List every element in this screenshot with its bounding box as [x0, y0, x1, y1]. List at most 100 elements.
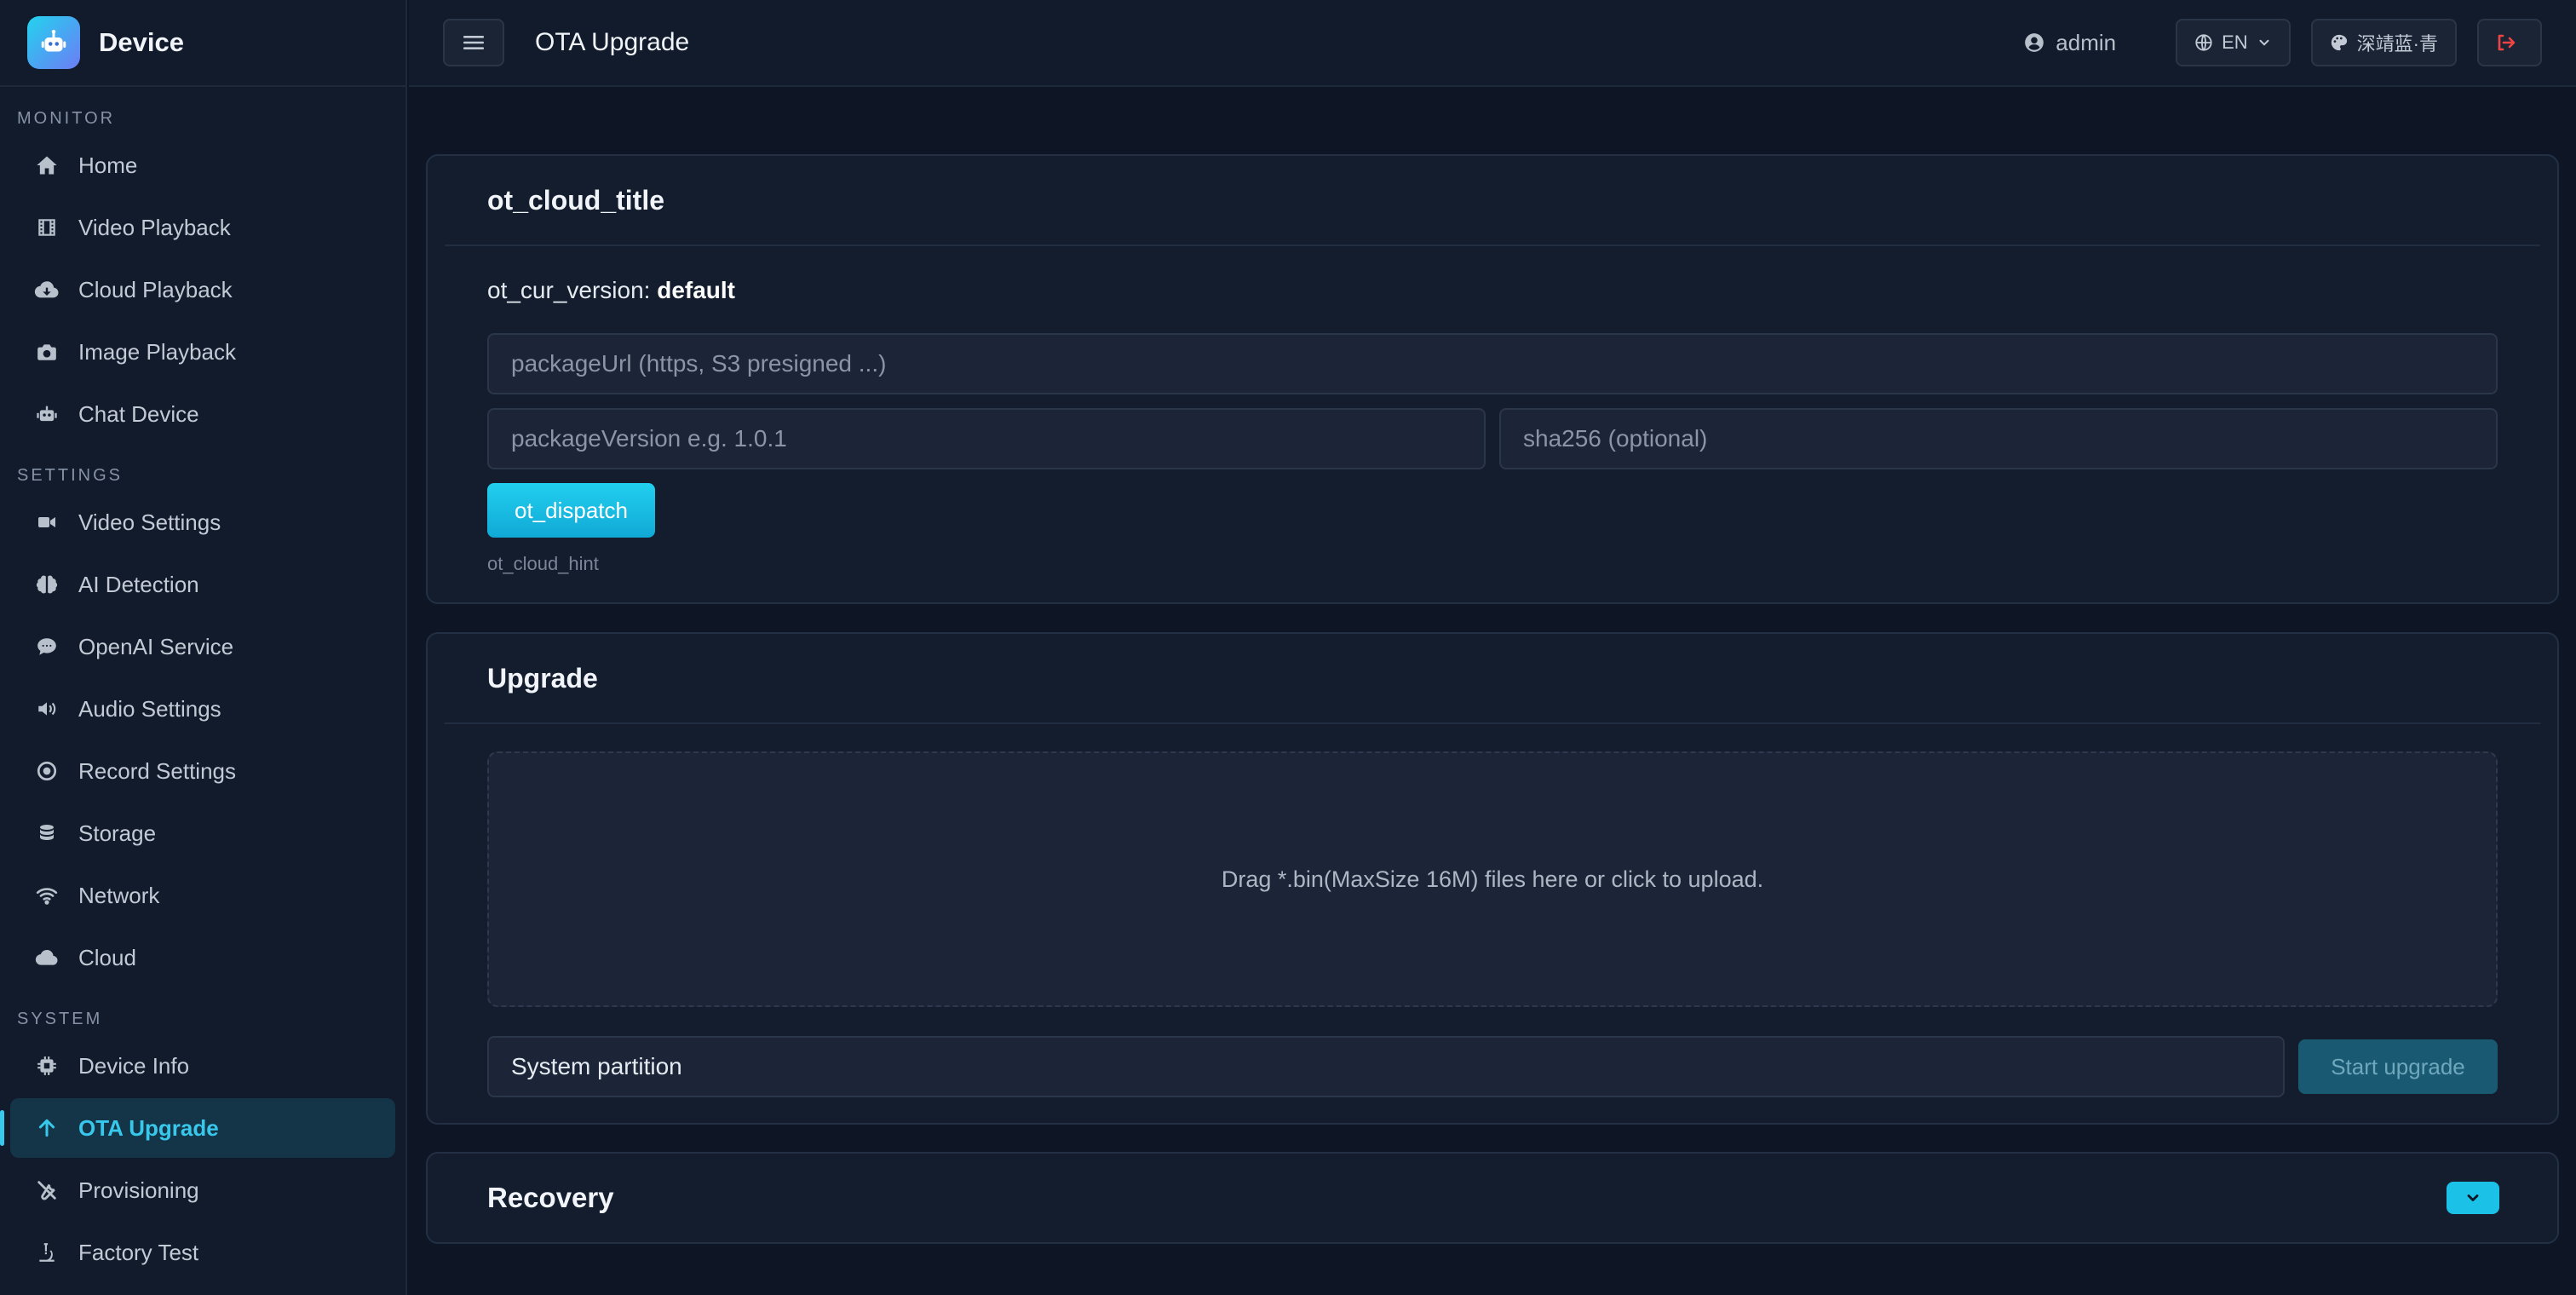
start-upgrade-button[interactable]: Start upgrade [2298, 1039, 2498, 1094]
cloud-hint: ot_cloud_hint [487, 553, 599, 574]
chat-icon [32, 632, 61, 661]
sidebar-item-label: OTA Upgrade [78, 1114, 219, 1141]
sidebar-item-ota-upgrade[interactable]: OTA Upgrade [0, 1098, 395, 1158]
sidebar-item-record-settings[interactable]: Record Settings [10, 741, 395, 801]
sidebar-item-label: Factory Test [78, 1239, 199, 1265]
package-version-input[interactable]: packageVersion e.g. 1.0.1 [487, 408, 1486, 469]
hamburger-icon [463, 36, 484, 49]
sidebar-item-network[interactable]: Network [10, 866, 395, 925]
sidebar-item-openai-service[interactable]: OpenAI Service [10, 617, 395, 676]
header-actions: admin EN 深靖蓝·青 [2023, 19, 2542, 66]
cloud-icon [32, 943, 61, 972]
globe-icon [2195, 34, 2212, 51]
language-value: EN [2222, 32, 2248, 53]
sidebar-item-home[interactable]: Home [10, 135, 395, 195]
menu-toggle-button[interactable] [443, 19, 504, 66]
chevron-down-icon [2259, 39, 2269, 46]
sidebar-item-label: Device Info [78, 1052, 190, 1079]
sidebar-item-label: Chat Device [78, 400, 199, 427]
sidebar-item-label: Network [78, 882, 160, 908]
package-row: packageVersion e.g. 1.0.1 sha256 (option… [487, 408, 2498, 469]
theme-select[interactable]: 深靖蓝·青 [2310, 19, 2457, 66]
tools-icon [32, 1176, 61, 1205]
sidebar: Device MONITOR Home Video Playback Cloud… [0, 0, 407, 1295]
home-icon [32, 151, 61, 180]
theme-value: 深靖蓝·青 [2356, 33, 2438, 55]
sidebar-item-ai-detection[interactable]: AI Detection [10, 555, 395, 614]
active-indicator [0, 1110, 4, 1146]
record-icon [32, 757, 61, 786]
sidebar-item-storage[interactable]: Storage [10, 803, 395, 863]
sidebar-item-chat-device[interactable]: Chat Device [10, 384, 395, 444]
dropzone-text: Drag *.bin(MaxSize 16M) files here or cl… [1221, 866, 1764, 892]
app-name: Device [99, 27, 184, 57]
card-body: ot_cur_version: default packageUrl (http… [428, 277, 2557, 575]
dispatch-row: ot_dispatch [487, 483, 2498, 538]
card-body: Drag *.bin(MaxSize 16M) files here or cl… [428, 751, 2557, 1097]
film-icon [32, 213, 61, 242]
sidebar-item-label: Record Settings [78, 757, 236, 784]
logout-button[interactable] [2477, 19, 2542, 66]
sidebar-item-cloud[interactable]: Cloud [10, 928, 395, 987]
sha256-input[interactable]: sha256 (optional) [1499, 408, 2498, 469]
sidebar-item-cloud-playback[interactable]: Cloud Playback [10, 260, 395, 319]
upgrade-card: Upgrade Drag *.bin(MaxSize 16M) files he… [426, 632, 2559, 1125]
section-label-monitor: MONITOR [17, 109, 116, 128]
sidebar-item-device-info[interactable]: Device Info [10, 1036, 395, 1096]
database-icon [32, 819, 61, 848]
sidebar-item-image-playback[interactable]: Image Playback [10, 322, 395, 382]
user-menu[interactable]: admin [2023, 30, 2116, 56]
package-url-input[interactable]: packageUrl (https, S3 presigned ...) [487, 333, 2498, 394]
card-header[interactable]: Recovery [428, 1154, 2557, 1242]
current-version: ot_cur_version: default [487, 277, 2498, 304]
expand-button[interactable] [2447, 1182, 2499, 1214]
section-label-settings: SETTINGS [17, 466, 124, 485]
section-label-system: SYSTEM [17, 1010, 103, 1028]
camera-icon [32, 337, 61, 366]
upload-dropzone[interactable]: Drag *.bin(MaxSize 16M) files here or cl… [487, 751, 2498, 1007]
language-select[interactable]: EN [2176, 19, 2291, 66]
sidebar-item-label: Audio Settings [78, 695, 221, 722]
sidebar-item-label: Storage [78, 820, 157, 846]
sidebar-item-label: Video Settings [78, 509, 221, 535]
sidebar-item-audio-settings[interactable]: Audio Settings [10, 679, 395, 739]
user-circle-icon [2025, 33, 2044, 52]
page-title: OTA Upgrade [535, 28, 690, 56]
robot-logo-icon [27, 16, 80, 69]
username: admin [2056, 29, 2117, 55]
brain-icon [32, 570, 61, 599]
version-value: default [657, 277, 735, 303]
sidebar-item-label: Cloud Playback [78, 276, 233, 302]
card-title: ot_cloud_title [487, 184, 665, 216]
sidebar-item-label: Provisioning [78, 1177, 199, 1203]
sidebar-item-label: Video Playback [78, 214, 231, 240]
speaker-icon [32, 694, 61, 723]
version-label: ot_cur_version: [487, 277, 651, 303]
card-header: Upgrade [445, 634, 2540, 724]
dispatch-button[interactable]: ot_dispatch [487, 483, 655, 538]
sidebar-item-provisioning[interactable]: Provisioning [10, 1160, 395, 1220]
sidebar-item-label: Home [78, 152, 138, 178]
top-header: OTA Upgrade admin EN 深靖蓝·青 [409, 0, 2576, 87]
card-title: Upgrade [487, 662, 598, 694]
chevron-down-icon [2467, 1194, 2479, 1201]
sidebar-item-label: Image Playback [78, 338, 236, 365]
sidebar-item-label: Cloud [78, 944, 136, 970]
sidebar-item-video-settings[interactable]: Video Settings [10, 492, 395, 552]
upgrade-row: System partition Start upgrade [487, 1036, 2498, 1097]
logout-icon [2498, 34, 2516, 51]
arrow-up-icon [32, 1114, 61, 1142]
sidebar-item-video-playback[interactable]: Video Playback [10, 198, 395, 257]
partition-select[interactable]: System partition [487, 1036, 2285, 1097]
cloud-ota-card: ot_cloud_title ot_cur_version: default p… [426, 154, 2559, 604]
sidebar-item-label: AI Detection [78, 571, 199, 597]
microscope-icon [32, 1238, 61, 1267]
sidebar-item-factory-test[interactable]: Factory Test [10, 1223, 395, 1282]
wifi-icon [32, 881, 61, 910]
palette-icon [2331, 34, 2347, 51]
brand[interactable]: Device [0, 0, 405, 87]
robot-icon [32, 400, 61, 429]
recovery-card: Recovery [426, 1152, 2559, 1244]
video-icon [32, 508, 61, 537]
card-title: Recovery [487, 1182, 614, 1213]
